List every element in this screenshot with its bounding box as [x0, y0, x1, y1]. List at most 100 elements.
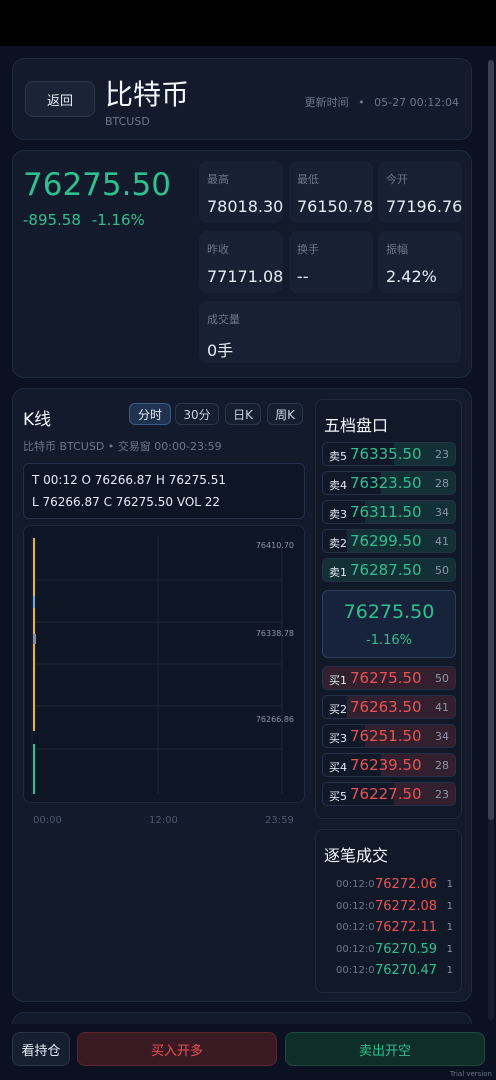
trade-row: 00:12:0 76270.47 1	[316, 962, 463, 982]
stat-volume: 成交量 0手	[199, 301, 461, 363]
level-qty: 41	[435, 535, 449, 548]
level-qty: 23	[435, 788, 449, 801]
trade-row: 00:12:0 76270.59 1	[316, 941, 463, 961]
view-positions-button[interactable]: 看持仓	[12, 1032, 70, 1066]
level-price: 76299.50	[350, 532, 422, 550]
level-price: 76275.50	[350, 669, 422, 687]
stat-label: 昨收	[207, 243, 229, 256]
candle-mark	[33, 608, 35, 731]
level-price: 76323.50	[350, 474, 422, 492]
level-price: 76287.50	[350, 561, 422, 579]
trade-row: 00:12:0 76272.06 1	[316, 876, 463, 896]
buy-long-button[interactable]: 买入开多	[77, 1032, 277, 1066]
bid-level[interactable]: 买1 76275.50 50	[322, 666, 456, 690]
y-tick-label: 76410.70	[256, 541, 294, 550]
trade-qty: 1	[446, 965, 453, 976]
stat-value: 77196.76	[386, 197, 463, 216]
ask-level[interactable]: 卖3 76311.50 34	[322, 500, 456, 524]
action-bar: 看持仓 买入开多 卖出开空 Trial version	[0, 1024, 496, 1080]
kline-title: K线	[23, 410, 52, 430]
kline-plot[interactable]: 76410.70 76338.78 76266.86	[23, 525, 305, 803]
asset-name: 比特币	[105, 78, 190, 111]
kline-svg[interactable]: 76410.70 76338.78 76266.86	[24, 526, 305, 803]
stat-label: 振幅	[386, 243, 408, 256]
level-price: 76311.50	[350, 503, 422, 521]
stat-low: 最低 76150.78	[289, 161, 373, 223]
level-name: 买5	[329, 790, 347, 803]
bid-level[interactable]: 买3 76251.50 34	[322, 724, 456, 748]
level-price: 76227.50	[350, 785, 422, 803]
level-name: 买1	[329, 674, 347, 687]
level-name: 买3	[329, 732, 347, 745]
level-qty: 28	[435, 759, 449, 772]
stat-label: 最高	[207, 173, 229, 186]
page-scrollbar[interactable]	[488, 60, 494, 1020]
update-value: 05-27 00:12:04	[374, 96, 459, 109]
ohlc-row-1: T 00:12 O 76266.87 H 76275.51	[32, 473, 226, 487]
mid-price: 76275.50	[343, 601, 435, 623]
level-price: 76263.50	[350, 698, 422, 716]
candle-mark	[33, 596, 35, 608]
trade-row: 00:12:0 76272.08 1	[316, 898, 463, 918]
level-name: 买2	[329, 703, 347, 716]
header-card: 返回 比特币 BTCUSD 更新时间 • 05-27 00:12:04	[12, 58, 472, 140]
level-qty: 23	[435, 448, 449, 461]
watermark: Trial version	[449, 1070, 492, 1078]
level-price: 76335.50	[350, 445, 422, 463]
level-qty: 50	[435, 564, 449, 577]
sell-short-button[interactable]: 卖出开空	[285, 1032, 485, 1066]
level-name: 买4	[329, 761, 347, 774]
ask-level[interactable]: 卖5 76335.50 23	[322, 442, 456, 466]
stat-value: 2.42%	[386, 267, 437, 286]
change-percent: -1.16%	[91, 211, 145, 229]
tab-intraday[interactable]: 分时	[129, 403, 171, 425]
stat-value: 0手	[207, 341, 234, 360]
scrollbar-thumb[interactable]	[488, 60, 494, 820]
candle-mark	[33, 538, 35, 596]
bid-level[interactable]: 买4 76239.50 28	[322, 753, 456, 777]
back-button[interactable]: 返回	[25, 81, 95, 117]
trade-time: 00:12:0	[336, 900, 375, 912]
level-name: 卖2	[329, 537, 347, 550]
trade-row: 00:12:0 76272.11 1	[316, 919, 463, 939]
stat-label: 最低	[297, 173, 319, 186]
level-name: 卖5	[329, 450, 347, 463]
level-price: 76251.50	[350, 727, 422, 745]
candle-mark	[33, 634, 36, 644]
bid-level[interactable]: 买5 76227.50 23	[322, 782, 456, 806]
stat-prev-close: 昨收 77171.08	[199, 231, 283, 293]
update-separator: •	[358, 96, 365, 109]
trade-price: 76272.11	[375, 920, 438, 935]
level-qty: 41	[435, 701, 449, 714]
trade-price: 76270.47	[375, 963, 438, 978]
trade-tape: 逐笔成交 00:12:0 76272.06 1 00:12:0 76272.08 1 00:…	[315, 829, 462, 993]
update-time: 更新时间 • 05-27 00:12:04	[305, 94, 459, 110]
ask-level[interactable]: 卖1 76287.50 50	[322, 558, 456, 582]
stat-value: 77171.08	[207, 267, 284, 286]
level-qty: 34	[435, 506, 449, 519]
trade-tape-title: 逐笔成交	[324, 846, 389, 865]
level-name: 卖1	[329, 566, 347, 579]
tab-weekly[interactable]: 周K	[267, 403, 303, 425]
tab-daily[interactable]: 日K	[225, 403, 261, 425]
trade-qty: 1	[446, 922, 453, 933]
y-tick-label: 76338.78	[256, 629, 294, 638]
trade-price: 76272.06	[375, 877, 438, 892]
bid-level[interactable]: 买2 76263.50 41	[322, 695, 456, 719]
ohlc-row-2: L 76266.87 C 76275.50 VOL 22	[32, 495, 221, 509]
x-tick-label: 12:00	[149, 815, 178, 826]
candle-mark	[33, 744, 35, 794]
x-tick-label: 23:59	[265, 815, 294, 826]
ask-level[interactable]: 卖2 76299.50 41	[322, 529, 456, 553]
trade-time: 00:12:0	[336, 943, 375, 955]
stat-high: 最高 78018.30	[199, 161, 283, 223]
stat-value: 76150.78	[297, 197, 374, 216]
trade-price: 76272.08	[375, 898, 438, 914]
ask-level[interactable]: 卖4 76323.50 28	[322, 471, 456, 495]
trade-time: 00:12:0	[336, 879, 375, 890]
order-book: 五档盘口 卖5 76335.50 23 卖4 76323.50 28 卖3 76311.50 3…	[315, 399, 462, 819]
mid-price-box: 76275.50 -1.16%	[322, 590, 456, 658]
level-price: 76239.50	[350, 756, 422, 774]
last-price: 76275.50	[23, 167, 171, 203]
tab-30min[interactable]: 30分	[175, 403, 219, 425]
